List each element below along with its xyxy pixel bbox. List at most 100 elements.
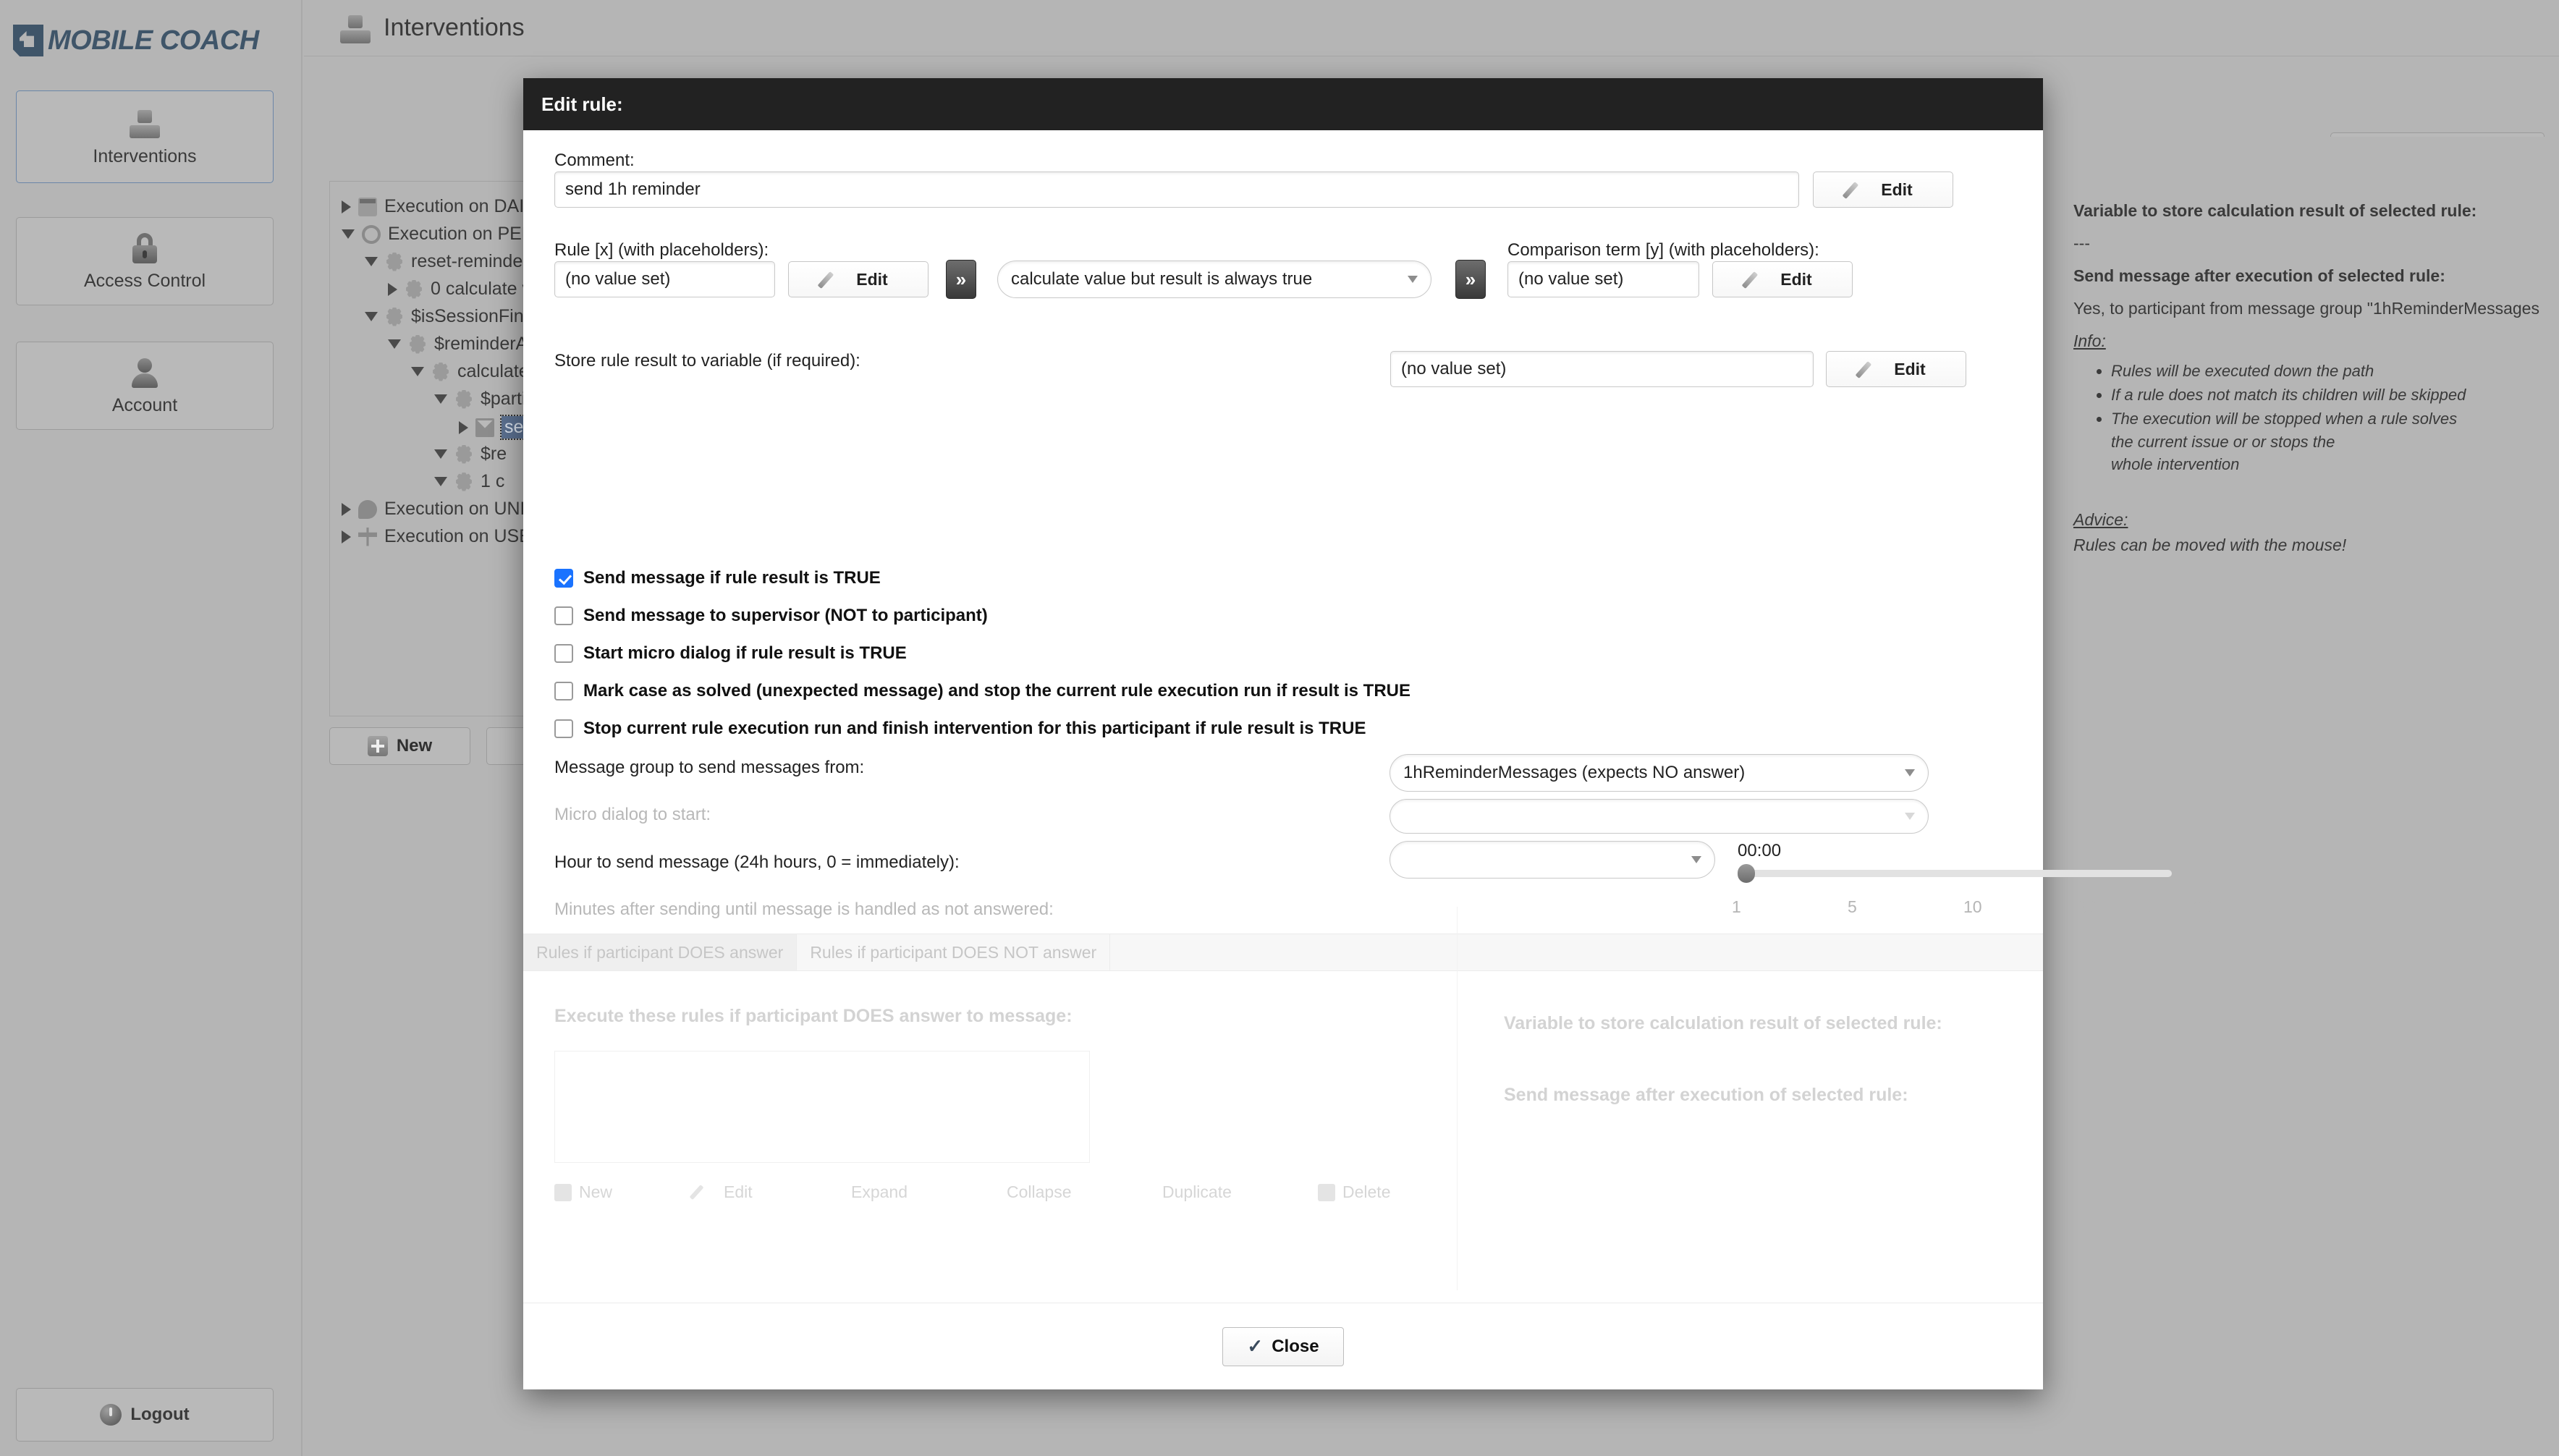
checkbox-label: Start micro dialog if rule result is TRU… bbox=[583, 643, 907, 664]
advice-text: Rules can be moved with the mouse! bbox=[2073, 536, 2545, 555]
checkbox-label: Mark case as solved (unexpected message)… bbox=[583, 681, 1410, 701]
rules-delete-button[interactable]: Delete bbox=[1318, 1182, 1390, 1202]
rules-new-button[interactable]: New bbox=[554, 1182, 699, 1202]
hour-select[interactable] bbox=[1390, 841, 1715, 879]
store-result-edit-button[interactable]: Edit bbox=[1826, 351, 1966, 387]
micro-dialog-label: Micro dialog to start: bbox=[554, 805, 711, 825]
rules-edit-button[interactable]: Edit bbox=[699, 1182, 851, 1202]
tree-row[interactable]: reset-reminder: bbox=[365, 251, 534, 272]
tree-row[interactable]: 1 c bbox=[434, 471, 504, 492]
tree-row[interactable]: Execution on UNE bbox=[342, 499, 532, 520]
page-header: Interventions bbox=[304, 0, 2559, 56]
comment-edit-button[interactable]: Edit bbox=[1813, 172, 1953, 208]
chevron-down-icon bbox=[1408, 276, 1418, 283]
rule-tabs: Rules if participant DOES answer Rules i… bbox=[523, 934, 2043, 971]
comment-input[interactable]: send 1h reminder bbox=[554, 172, 1799, 208]
brand-logo: MOBILE COACH bbox=[13, 20, 288, 61]
sidebar-item-label: Account bbox=[112, 395, 177, 416]
user-icon bbox=[128, 356, 161, 389]
checkbox-label: Stop current rule execution run and fini… bbox=[583, 719, 1366, 739]
checkbox-box[interactable] bbox=[554, 719, 573, 738]
calendar-icon bbox=[358, 198, 377, 216]
checkbox-mark-case-solved[interactable]: Mark case as solved (unexpected message)… bbox=[554, 681, 1410, 701]
advice-label: Advice: bbox=[2073, 510, 2545, 530]
comparison-input[interactable]: (no value set) bbox=[1507, 261, 1699, 297]
hour-slider[interactable] bbox=[1738, 870, 2172, 877]
dialog-title: Edit rule: bbox=[523, 78, 2043, 130]
chevron-down-icon[interactable] bbox=[434, 394, 447, 404]
chevron-right-icon[interactable] bbox=[342, 503, 351, 516]
chevron-down-icon[interactable] bbox=[434, 449, 447, 459]
gear-icon bbox=[454, 390, 473, 409]
edit-rule-dialog: Edit rule: Comment: send 1h reminder Edi… bbox=[523, 78, 2043, 1389]
tick-5: 5 bbox=[1848, 897, 1857, 917]
tab-does-answer[interactable]: Rules if participant DOES answer bbox=[523, 934, 797, 970]
store-result-label: Store rule result to variable (if requir… bbox=[554, 351, 860, 371]
sidebar-item-access-control[interactable]: Access Control bbox=[16, 217, 274, 305]
checkbox-box[interactable] bbox=[554, 569, 573, 588]
checkbox-box[interactable] bbox=[554, 644, 573, 663]
rule-x-input[interactable]: (no value set) bbox=[554, 261, 775, 297]
chevron-down-icon[interactable] bbox=[434, 477, 447, 486]
rules-collapse-button[interactable]: Collapse bbox=[1007, 1182, 1162, 1202]
close-button[interactable]: ✓ Close bbox=[1222, 1327, 1344, 1366]
checkbox-box[interactable] bbox=[554, 606, 573, 625]
chevron-down-icon[interactable] bbox=[411, 367, 424, 376]
store-result-input[interactable]: (no value set) bbox=[1390, 351, 1814, 387]
list-item-line: whole intervention bbox=[2111, 455, 2239, 473]
tree-row-label: $reminderAf bbox=[434, 334, 533, 355]
check-icon: ✓ bbox=[1247, 1335, 1263, 1358]
chevron-right-icon[interactable] bbox=[342, 200, 351, 213]
comment-label: Comment: bbox=[554, 151, 635, 171]
rules-new-label: New bbox=[579, 1182, 612, 1202]
message-group-value: 1hReminderMessages (expects NO answer) bbox=[1403, 763, 1745, 783]
tick-10: 10 bbox=[1963, 897, 1982, 917]
comparison-edit-label: Edit bbox=[1780, 270, 1811, 289]
chevron-down-icon[interactable] bbox=[342, 229, 355, 239]
tab-does-not-answer[interactable]: Rules if participant DOES NOT answer bbox=[797, 934, 1110, 970]
expand-right-button[interactable]: » bbox=[1455, 260, 1486, 299]
chevron-down-icon[interactable] bbox=[388, 339, 401, 349]
checkbox-send-message[interactable]: Send message if rule result is TRUE bbox=[554, 568, 881, 588]
tree-row[interactable]: Execution on DAIL bbox=[342, 196, 534, 217]
logout-button[interactable]: Logout bbox=[16, 1388, 274, 1442]
checkbox-stop-execution[interactable]: Stop current rule execution run and fini… bbox=[554, 719, 1366, 739]
checkbox-start-micro-dialog[interactable]: Start micro dialog if rule result is TRU… bbox=[554, 643, 907, 664]
rules-list-box[interactable] bbox=[554, 1051, 1090, 1163]
dialog-body: Comment: send 1h reminder Edit Rule [x] … bbox=[523, 130, 2043, 941]
chevron-down-icon[interactable] bbox=[365, 257, 378, 266]
checkbox-box[interactable] bbox=[554, 682, 573, 701]
sidebar-item-interventions[interactable]: Interventions bbox=[16, 90, 274, 183]
tree-row[interactable]: Execution on PER bbox=[342, 224, 535, 245]
tree-row[interactable]: calculate bbox=[411, 361, 529, 382]
rules-duplicate-button[interactable]: Duplicate bbox=[1162, 1182, 1318, 1202]
checkbox-send-to-supervisor[interactable]: Send message to supervisor (NOT to parti… bbox=[554, 606, 988, 626]
chevron-down-icon[interactable] bbox=[365, 312, 378, 321]
tree-row[interactable]: $isSessionFinis bbox=[365, 306, 537, 327]
chevron-right-icon[interactable] bbox=[388, 283, 397, 296]
sidebar: MOBILE COACH Interventions Access Contro… bbox=[0, 0, 303, 1456]
comparison-edit-button[interactable]: Edit bbox=[1712, 261, 1853, 297]
tree-row[interactable]: Execution on USE bbox=[342, 526, 531, 547]
tree-row[interactable]: $partic bbox=[434, 389, 535, 410]
chevron-right-icon[interactable] bbox=[342, 530, 351, 543]
micro-dialog-select[interactable] bbox=[1390, 799, 1929, 834]
gear-icon bbox=[454, 473, 473, 491]
message-group-select[interactable]: 1hReminderMessages (expects NO answer) bbox=[1390, 754, 1929, 792]
tree-row[interactable]: $re bbox=[434, 444, 507, 465]
pencil-icon bbox=[829, 270, 847, 289]
expand-left-button[interactable]: » bbox=[946, 260, 976, 299]
rules-expand-button[interactable]: Expand bbox=[851, 1182, 1007, 1202]
tree-row[interactable]: 0 calculate v bbox=[388, 279, 531, 300]
slider-knob[interactable] bbox=[1738, 864, 1755, 883]
tree-row[interactable]: $reminderAf bbox=[388, 334, 533, 355]
rules-edit-label: Edit bbox=[724, 1182, 753, 1202]
rule-x-edit-button[interactable]: Edit bbox=[788, 261, 929, 297]
tree-row-label: calculate bbox=[457, 361, 529, 382]
tree-new-label: New bbox=[397, 736, 432, 756]
operator-select[interactable]: calculate value but result is always tru… bbox=[997, 261, 1431, 298]
list-item: If a rule does not match its children wi… bbox=[2111, 384, 2545, 406]
tree-new-button[interactable]: New bbox=[329, 727, 470, 765]
chevron-right-icon[interactable] bbox=[459, 421, 468, 434]
sidebar-item-account[interactable]: Account bbox=[16, 342, 274, 430]
